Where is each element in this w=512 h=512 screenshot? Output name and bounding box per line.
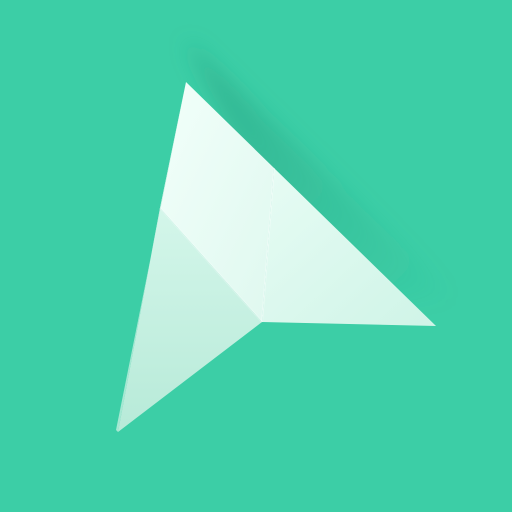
paper-plane-cursor-icon	[116, 40, 458, 432]
app-icon-canvas	[0, 0, 512, 512]
plane-facet-top-right	[262, 168, 436, 326]
